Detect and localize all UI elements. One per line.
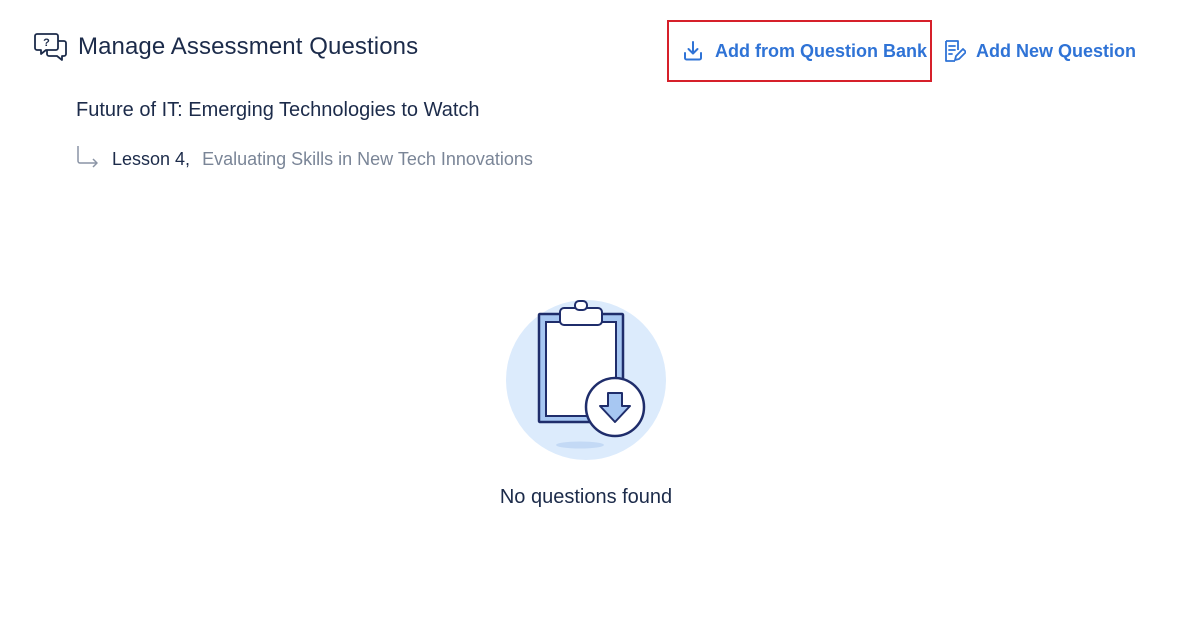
add-new-question-label: Add New Question bbox=[976, 40, 1137, 61]
add-new-question-button[interactable]: Add New Question bbox=[942, 36, 1136, 66]
download-icon bbox=[681, 39, 705, 63]
empty-state-message: No questions found bbox=[499, 486, 673, 508]
subdirectory-arrow-icon bbox=[76, 145, 100, 173]
svg-text:?: ? bbox=[43, 37, 50, 49]
clipboard-download-icon bbox=[506, 300, 666, 460]
chat-question-icon: ? bbox=[34, 30, 68, 64]
lesson-name: Evaluating Skills in New Tech Innovation… bbox=[202, 148, 533, 169]
empty-state: No questions found bbox=[490, 296, 682, 509]
add-from-question-bank-label: Add from Question Bank bbox=[715, 40, 928, 61]
page-header: ? Manage Assessment Questions bbox=[34, 30, 418, 64]
lesson-breadcrumb: Lesson 4, Evaluating Skills in New Tech … bbox=[76, 145, 533, 173]
edit-document-icon bbox=[942, 39, 967, 63]
page-title: Manage Assessment Questions bbox=[78, 33, 419, 60]
course-title: Future of IT: Emerging Technologies to W… bbox=[76, 99, 480, 121]
add-from-question-bank-button[interactable]: Add from Question Bank bbox=[667, 20, 932, 82]
lesson-label: Lesson 4, bbox=[112, 148, 191, 169]
